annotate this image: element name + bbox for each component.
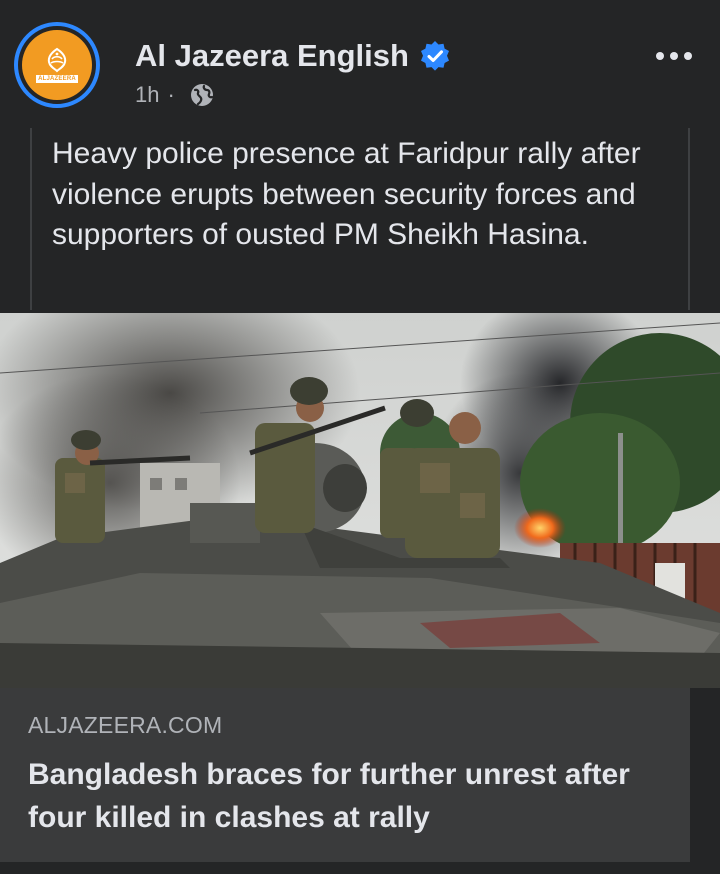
aljazeera-logo: ALJAZEERA — [22, 30, 92, 100]
more-options-button[interactable] — [650, 36, 698, 76]
post-meta: 1h · — [135, 82, 215, 108]
aljazeera-logo-icon — [47, 47, 67, 73]
more-dot — [684, 52, 692, 60]
post-header: ALJAZEERA Al Jazeera English 1h · — [0, 0, 720, 128]
link-preview[interactable]: ALJAZEERA.COM Bangladesh braces for furt… — [0, 688, 690, 862]
page-name-link[interactable]: Al Jazeera English — [135, 38, 409, 74]
link-domain: ALJAZEERA.COM — [28, 712, 223, 738]
more-dot — [656, 52, 664, 60]
post-message: Heavy police presence at Faridpur rally … — [30, 128, 690, 310]
globe-icon[interactable] — [189, 82, 215, 108]
page-avatar[interactable]: ALJAZEERA — [14, 22, 100, 108]
more-dot — [670, 52, 678, 60]
post-timestamp[interactable]: 1h — [135, 82, 159, 108]
link-title[interactable]: Bangladesh braces for further unrest aft… — [28, 753, 662, 839]
meta-separator: · — [167, 82, 175, 107]
verified-badge-icon — [420, 41, 449, 71]
avatar-label: ALJAZEERA — [36, 75, 78, 83]
news-photo[interactable] — [0, 313, 720, 688]
page-name-row: Al Jazeera English — [135, 38, 451, 74]
